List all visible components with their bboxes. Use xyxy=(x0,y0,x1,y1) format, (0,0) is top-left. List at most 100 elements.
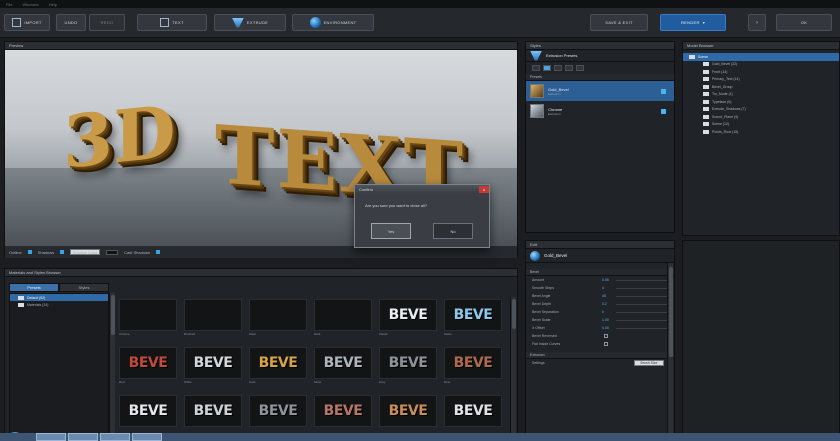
tree-item-default[interactable]: Default (52) xyxy=(10,294,108,301)
thumbnail-preview: BEVE xyxy=(184,347,242,379)
material-thumbnail[interactable]: BEVE Glass xyxy=(444,299,502,343)
menu-windows[interactable]: Windows xyxy=(22,2,38,7)
grid-scrollbar[interactable] xyxy=(510,297,516,439)
shadows-toggle[interactable] xyxy=(60,250,65,254)
render-button[interactable]: RENDER ▾ xyxy=(660,14,726,31)
menu-file[interactable]: File xyxy=(6,2,12,7)
material-thumbnail[interactable]: BEVE Red xyxy=(119,347,177,391)
undo-button[interactable]: UNDO xyxy=(56,14,86,31)
ok-button[interactable]: OK xyxy=(776,14,832,31)
preview-title: Preview xyxy=(5,42,517,50)
style-item-chrome[interactable]: Chrome Extrusion xyxy=(526,101,674,121)
extrude-button[interactable]: EXTRUDE xyxy=(214,14,286,31)
property-row[interactable]: Bevel Depth 0.2 xyxy=(526,300,674,308)
model-tree-item[interactable]: Front (14) xyxy=(683,68,839,76)
model-tree-item[interactable]: Sound_Plane (9) xyxy=(683,113,839,121)
model-tree-item[interactable]: Points_Root (15) xyxy=(683,128,839,136)
taskbar-app-4[interactable] xyxy=(132,433,162,441)
property-row[interactable]: Bevel Angle 45 xyxy=(526,292,674,300)
property-value[interactable]: 0.2 xyxy=(602,302,616,306)
text-button[interactable]: TEXT xyxy=(137,14,207,31)
material-thumbnail[interactable]: BEVE Grey xyxy=(379,347,437,391)
tab-presets[interactable]: Presets xyxy=(9,283,59,292)
property-slider[interactable] xyxy=(616,295,668,297)
material-thumbnail[interactable]: BEVE Rust xyxy=(444,347,502,391)
property-row[interactable]: Flat Inside Curves xyxy=(526,340,674,348)
property-value[interactable]: 0 xyxy=(602,310,616,314)
property-row[interactable]: X Offset 0.00 xyxy=(526,324,674,332)
help-button[interactable]: ? xyxy=(748,14,766,31)
property-slider[interactable] xyxy=(616,327,668,329)
save-exit-button[interactable]: SAVE & EXIT xyxy=(590,14,648,31)
taskbar-app-2[interactable] xyxy=(68,433,98,441)
edit-scroll-thumb[interactable] xyxy=(669,267,673,357)
property-value[interactable]: 4 xyxy=(602,286,616,290)
property-row[interactable]: Smooth Steps 4 xyxy=(526,284,674,292)
model-tree-item[interactable]: Gold_Bevel (22) xyxy=(683,61,839,69)
folder-icon xyxy=(703,69,709,74)
model-tree-item[interactable]: Trs_Mode (1) xyxy=(683,91,839,99)
shadows-label: Shadows xyxy=(37,249,55,255)
model-tree-item[interactable]: Primary_Text (14) xyxy=(683,76,839,84)
property-value[interactable]: 1.00 xyxy=(602,318,616,322)
style-preset-selector[interactable]: Extrusion Presets xyxy=(526,50,674,62)
material-thumbnail[interactable]: Steel xyxy=(249,299,307,343)
property-slider[interactable] xyxy=(616,311,668,313)
tree-item-materials[interactable]: Materials (24) xyxy=(10,301,108,308)
tree-scrollbar[interactable] xyxy=(109,293,115,438)
dialog-no-button[interactable]: No xyxy=(433,223,473,239)
property-slider[interactable] xyxy=(616,287,668,289)
property-row[interactable]: Bevel Reversed xyxy=(526,332,674,340)
outline-toggle[interactable] xyxy=(27,250,32,254)
tree-scroll-thumb[interactable] xyxy=(111,295,115,335)
material-thumbnail[interactable]: BEVE Silver xyxy=(314,347,372,391)
model-tree-item[interactable]: Scene xyxy=(683,53,839,61)
model-tree-item[interactable]: Typeface (6) xyxy=(683,98,839,106)
style-item-gold-bevel[interactable]: Gold_Bevel Extrusion xyxy=(526,81,674,101)
property-row[interactable]: Bevel Separation 0 xyxy=(526,308,674,316)
mode-tool[interactable] xyxy=(543,65,551,71)
material-thumbnail[interactable]: BEVE Plastic xyxy=(379,299,437,343)
property-value[interactable]: 0.05 xyxy=(602,278,616,282)
taskbar-app-3[interactable] xyxy=(100,433,130,441)
tool-2[interactable] xyxy=(554,65,562,71)
property-slider[interactable] xyxy=(616,319,668,321)
model-tree-item[interactable]: Extrude_Shadows (7) xyxy=(683,106,839,114)
material-thumbnail[interactable]: Chrome xyxy=(119,299,177,343)
settings-row[interactable]: Settings Brush Size xyxy=(526,359,674,367)
visibility-toggle[interactable] xyxy=(661,108,666,114)
dialog-close-button[interactable]: x xyxy=(479,185,489,193)
redo-button[interactable]: REDO xyxy=(89,14,125,31)
material-thumbnail[interactable]: BEVE Gold xyxy=(249,347,307,391)
property-checkbox[interactable] xyxy=(604,334,608,338)
import-button[interactable]: IMPORT xyxy=(4,14,50,31)
property-row[interactable]: Amount 0.05 xyxy=(526,276,674,284)
environment-button[interactable]: ENVIRONMENT xyxy=(292,14,374,31)
material-thumbnail[interactable]: Brushed xyxy=(184,299,242,343)
shadow-color-field[interactable]: Shadow Color xyxy=(70,249,101,255)
grid-scroll-thumb[interactable] xyxy=(512,299,516,329)
material-thumbnail[interactable]: BEVE White xyxy=(184,347,242,391)
property-checkbox[interactable] xyxy=(604,342,608,346)
settings-field[interactable]: Brush Size xyxy=(634,360,664,366)
property-slider[interactable] xyxy=(616,303,668,305)
model-tree-item[interactable]: Bevel_Group xyxy=(683,83,839,91)
dialog-yes-button[interactable]: Yes xyxy=(371,223,411,239)
model-tree-item[interactable]: Scene (12) xyxy=(683,121,839,129)
background-swatch[interactable] xyxy=(106,249,119,255)
tool-4[interactable] xyxy=(576,65,584,71)
taskbar-app-1[interactable] xyxy=(36,433,66,441)
property-value[interactable]: 0.00 xyxy=(602,326,616,330)
add-tool[interactable] xyxy=(532,65,540,71)
property-row[interactable]: Bevel Scale 1.00 xyxy=(526,316,674,324)
material-thumbnail[interactable]: Dark xyxy=(314,299,372,343)
cast-shadows-toggle[interactable] xyxy=(155,250,160,254)
edit-scrollbar[interactable] xyxy=(667,263,673,433)
tool-3[interactable] xyxy=(565,65,573,71)
bevel-section-header: Bevel xyxy=(526,269,674,276)
tab-styles[interactable]: Styles xyxy=(59,283,109,292)
visibility-toggle[interactable] xyxy=(661,88,666,94)
property-slider[interactable] xyxy=(616,279,668,281)
menu-help[interactable]: Help xyxy=(49,2,57,7)
property-value[interactable]: 45 xyxy=(602,294,616,298)
